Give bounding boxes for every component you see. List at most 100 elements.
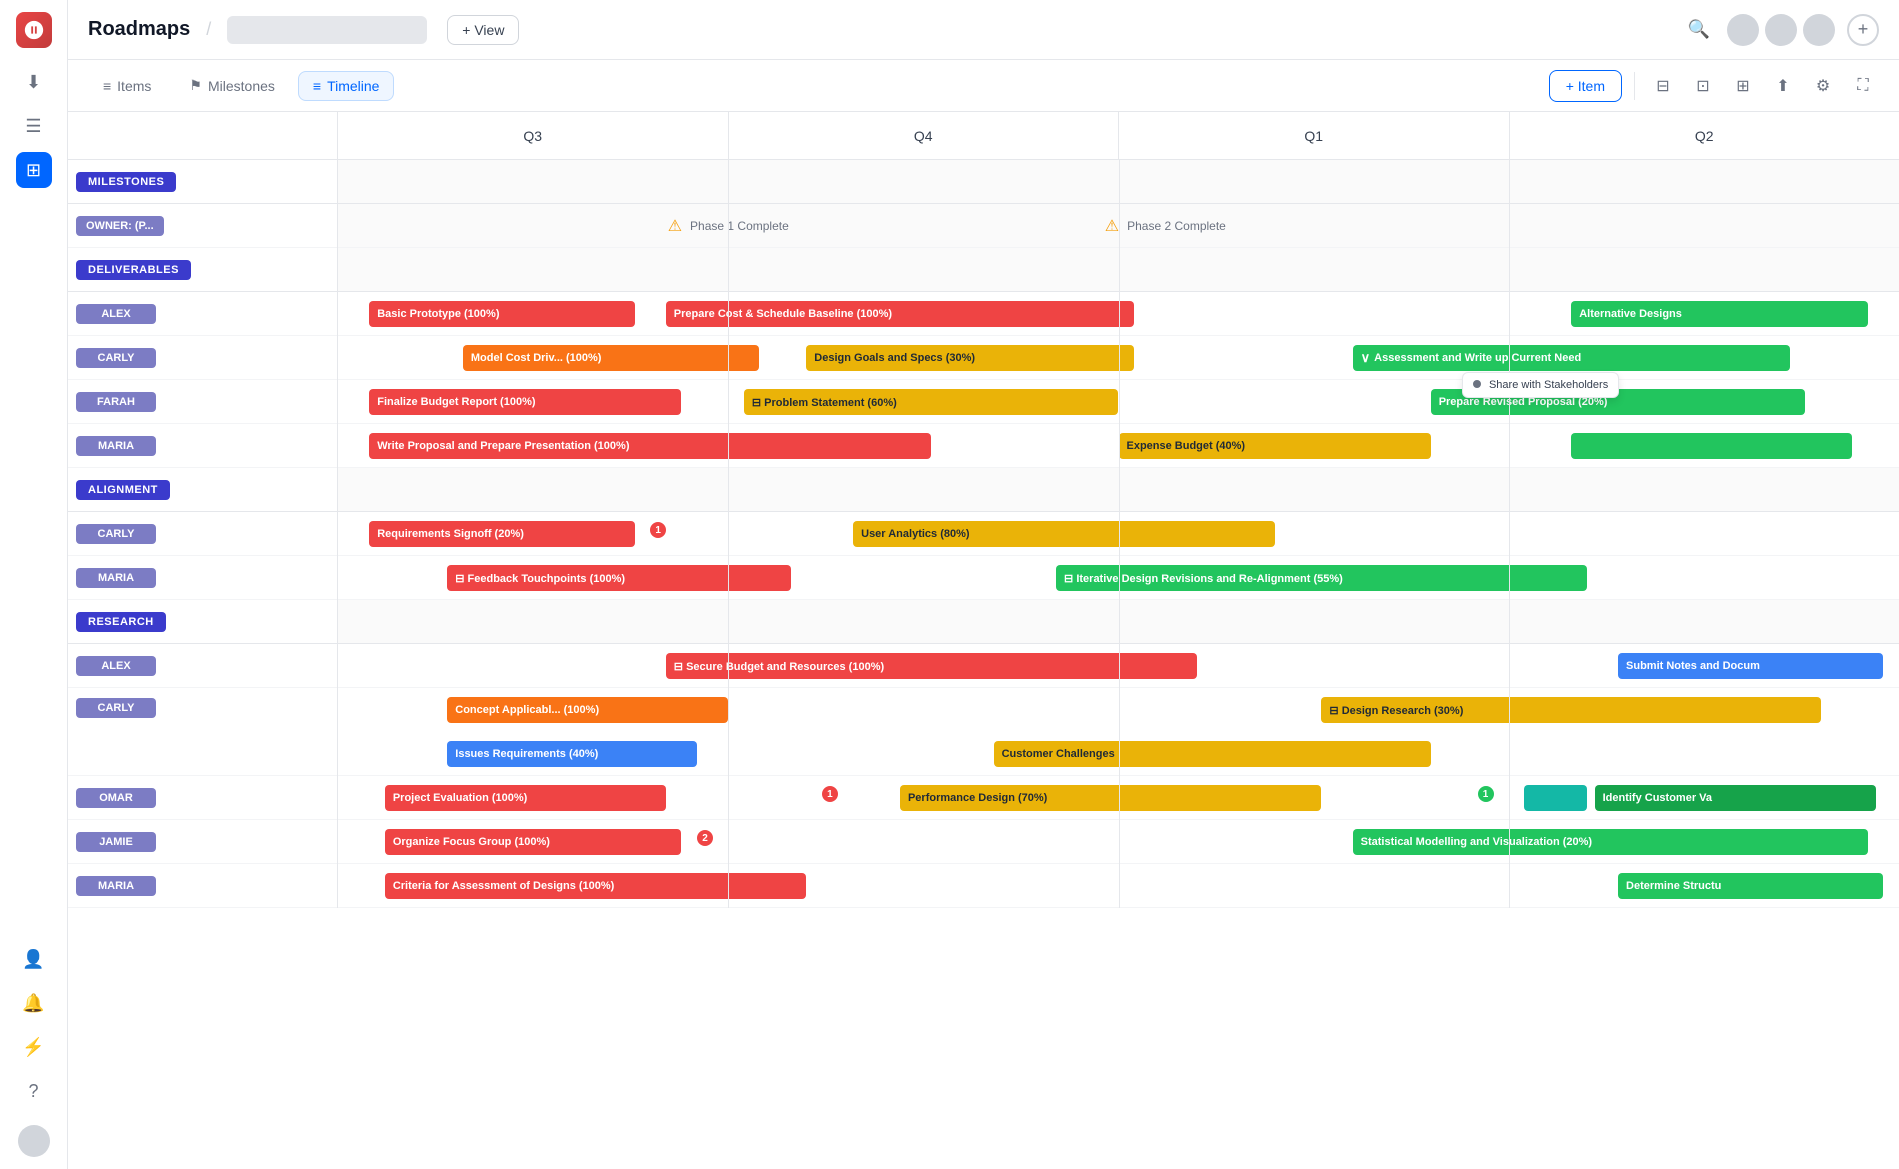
bar-feedback-touchpoints[interactable]: ⊟ Feedback Touchpoints (100%)	[447, 565, 790, 591]
bar-finalize-budget[interactable]: Finalize Budget Report (100%)	[369, 389, 681, 415]
items-tab-icon: ≡	[103, 78, 111, 94]
owner-label-milestones: OWNER: (P...	[76, 216, 164, 236]
tab-items[interactable]: ≡ Items	[88, 71, 166, 101]
section-research: RESEARCH	[68, 600, 337, 644]
toolbar: ≡ Items ⚑ Milestones ≡ Timeline + Item ⊟…	[68, 60, 1899, 112]
gantt-row-jamie: Organize Focus Group (100%) 2 Statistica…	[338, 820, 1899, 864]
research-label: RESEARCH	[76, 612, 166, 632]
bar-project-evaluation[interactable]: Project Evaluation (100%)	[385, 785, 666, 811]
breadcrumb-sep: /	[206, 19, 211, 40]
quarter-q1: Q1	[1119, 112, 1510, 159]
owner-row-carly-align: CARLY	[68, 512, 337, 556]
add-item-button[interactable]: + Item	[1549, 70, 1622, 102]
milestones-tab-icon: ⚑	[189, 77, 202, 94]
tab-timeline[interactable]: ≡ Timeline	[298, 71, 395, 101]
bar-prepare-cost[interactable]: Prepare Cost & Schedule Baseline (100%)	[666, 301, 1134, 327]
add-member-button[interactable]: +	[1847, 14, 1879, 46]
bar-basic-prototype[interactable]: Basic Prototype (100%)	[369, 301, 634, 327]
sidebar-lightning-icon[interactable]: ⚡	[16, 1029, 52, 1065]
gantt-row-maria-res: Criteria for Assessment of Designs (100%…	[338, 864, 1899, 908]
section-deliverables: DELIVERABLES	[68, 248, 337, 292]
sidebar-roadmap-icon[interactable]: ⊞	[16, 152, 52, 188]
layout-icon[interactable]: ⊞	[1727, 70, 1759, 102]
owner-label-alex-res: ALEX	[76, 656, 156, 676]
bar-design-research[interactable]: ⊟ Design Research (30%)	[1321, 697, 1821, 723]
fullscreen-icon[interactable]: ⛶	[1847, 70, 1879, 102]
owner-row-farah: FARAH	[68, 380, 337, 424]
toolbar-separator	[1634, 72, 1635, 100]
bar-requirements-signoff[interactable]: Requirements Signoff (20%)	[369, 521, 634, 547]
filter-icon[interactable]: ⊟	[1647, 70, 1679, 102]
quarter-q2: Q2	[1510, 112, 1899, 159]
deliverables-label: DELIVERABLES	[76, 260, 191, 280]
owner-row-carly-del: CARLY	[68, 336, 337, 380]
owner-label-carly-del: CARLY	[76, 348, 156, 368]
bar-problem-statement[interactable]: ⊟ Problem Statement (60%)	[744, 389, 1119, 415]
badge-omar: 1	[822, 786, 838, 802]
milestone-1-icon: ⚠	[668, 216, 682, 236]
milestone-2-icon: ⚠	[1105, 216, 1119, 236]
sidebar-help-icon[interactable]: ?	[16, 1073, 52, 1109]
bar-assessment[interactable]: ∨ Assessment and Write up Current Need	[1353, 345, 1790, 371]
bar-criteria-assessment[interactable]: Criteria for Assessment of Designs (100%…	[385, 873, 806, 899]
dropdown-share[interactable]: Share with Stakeholders	[1462, 372, 1619, 398]
owner-label-carly-align: CARLY	[76, 524, 156, 544]
bar-iterative-design[interactable]: ⊟ Iterative Design Revisions and Re-Alig…	[1056, 565, 1587, 591]
bar-design-goals[interactable]: Design Goals and Specs (30%)	[806, 345, 1134, 371]
main-content: Roadmaps / + View 🔍 + ≡ Items ⚑ Mileston…	[68, 0, 1899, 1169]
quarter-q4: Q4	[729, 112, 1120, 159]
export-icon[interactable]: ⬆	[1767, 70, 1799, 102]
page-title: Roadmaps	[88, 18, 190, 41]
owner-row-maria-del: MARIA	[68, 424, 337, 468]
badge-jamie: 2	[697, 830, 713, 846]
group-icon[interactable]: ⊡	[1687, 70, 1719, 102]
dropdown-dot	[1473, 380, 1481, 388]
gantt-deliverables-section	[338, 248, 1899, 292]
bar-customer-challenges[interactable]: Customer Challenges	[994, 741, 1431, 767]
sidebar-download-icon[interactable]: ⬇	[16, 64, 52, 100]
gantt-alignment-section	[338, 468, 1899, 512]
bar-organize-focus[interactable]: Organize Focus Group (100%)	[385, 829, 682, 855]
bar-expense-budget[interactable]: Expense Budget (40%)	[1119, 433, 1431, 459]
sidebar-contacts-icon[interactable]: 👤	[16, 941, 52, 977]
dropdown-text: Share with Stakeholders	[1489, 379, 1608, 391]
bar-alternative-designs[interactable]: Alternative Designs	[1571, 301, 1868, 327]
bar-performance-design[interactable]: Performance Design (70%)	[900, 785, 1321, 811]
bar-identify-customer[interactable]: Identify Customer Va	[1595, 785, 1876, 811]
bar-statistical-modelling[interactable]: Statistical Modelling and Visualization …	[1353, 829, 1868, 855]
settings-icon[interactable]: ⚙	[1807, 70, 1839, 102]
app-logo[interactable]	[16, 12, 52, 48]
user-avatar[interactable]	[18, 1125, 50, 1157]
bar-maria-green[interactable]	[1571, 433, 1852, 459]
bar-write-proposal[interactable]: Write Proposal and Prepare Presentation …	[369, 433, 931, 459]
badge-requirements: 1	[650, 522, 666, 538]
avatar-1	[1727, 14, 1759, 46]
bar-identify-teal[interactable]	[1524, 785, 1586, 811]
bar-determine-structure[interactable]: Determine Structu	[1618, 873, 1883, 899]
search-icon[interactable]: 🔍	[1683, 14, 1715, 46]
tab-milestones[interactable]: ⚑ Milestones	[174, 70, 289, 101]
sidebar-list-icon[interactable]: ☰	[16, 108, 52, 144]
milestones-label: MILESTONES	[76, 172, 176, 192]
gantt-research-section	[338, 600, 1899, 644]
gantt-row-alex-res: ⊟ Secure Budget and Resources (100%) Sub…	[338, 644, 1899, 688]
bar-issues-requirements[interactable]: Issues Requirements (40%)	[447, 741, 697, 767]
owner-label-jamie: JAMIE	[76, 832, 156, 852]
gantt-milestones-section	[338, 160, 1899, 204]
badge-omar-2: 1	[1478, 786, 1494, 802]
avatar-2	[1765, 14, 1797, 46]
sidebar-bell-icon[interactable]: 🔔	[16, 985, 52, 1021]
owner-row-alex-res: ALEX	[68, 644, 337, 688]
alignment-label: ALIGNMENT	[76, 480, 170, 500]
bar-user-analytics[interactable]: User Analytics (80%)	[853, 521, 1274, 547]
bar-model-cost[interactable]: Model Cost Driv... (100%)	[463, 345, 760, 371]
add-view-button[interactable]: + View	[447, 15, 519, 45]
gantt-row-carly-del: Model Cost Driv... (100%) Design Goals a…	[338, 336, 1899, 380]
bar-concept-applicabl[interactable]: Concept Applicabl... (100%)	[447, 697, 728, 723]
milestone-2-label: Phase 2 Complete	[1127, 219, 1226, 233]
breadcrumb[interactable]	[227, 16, 427, 44]
owner-label-maria-del: MARIA	[76, 436, 156, 456]
bar-secure-budget[interactable]: ⊟ Secure Budget and Resources (100%)	[666, 653, 1197, 679]
section-alignment: ALIGNMENT	[68, 468, 337, 512]
bar-submit-notes[interactable]: Submit Notes and Docum	[1618, 653, 1883, 679]
